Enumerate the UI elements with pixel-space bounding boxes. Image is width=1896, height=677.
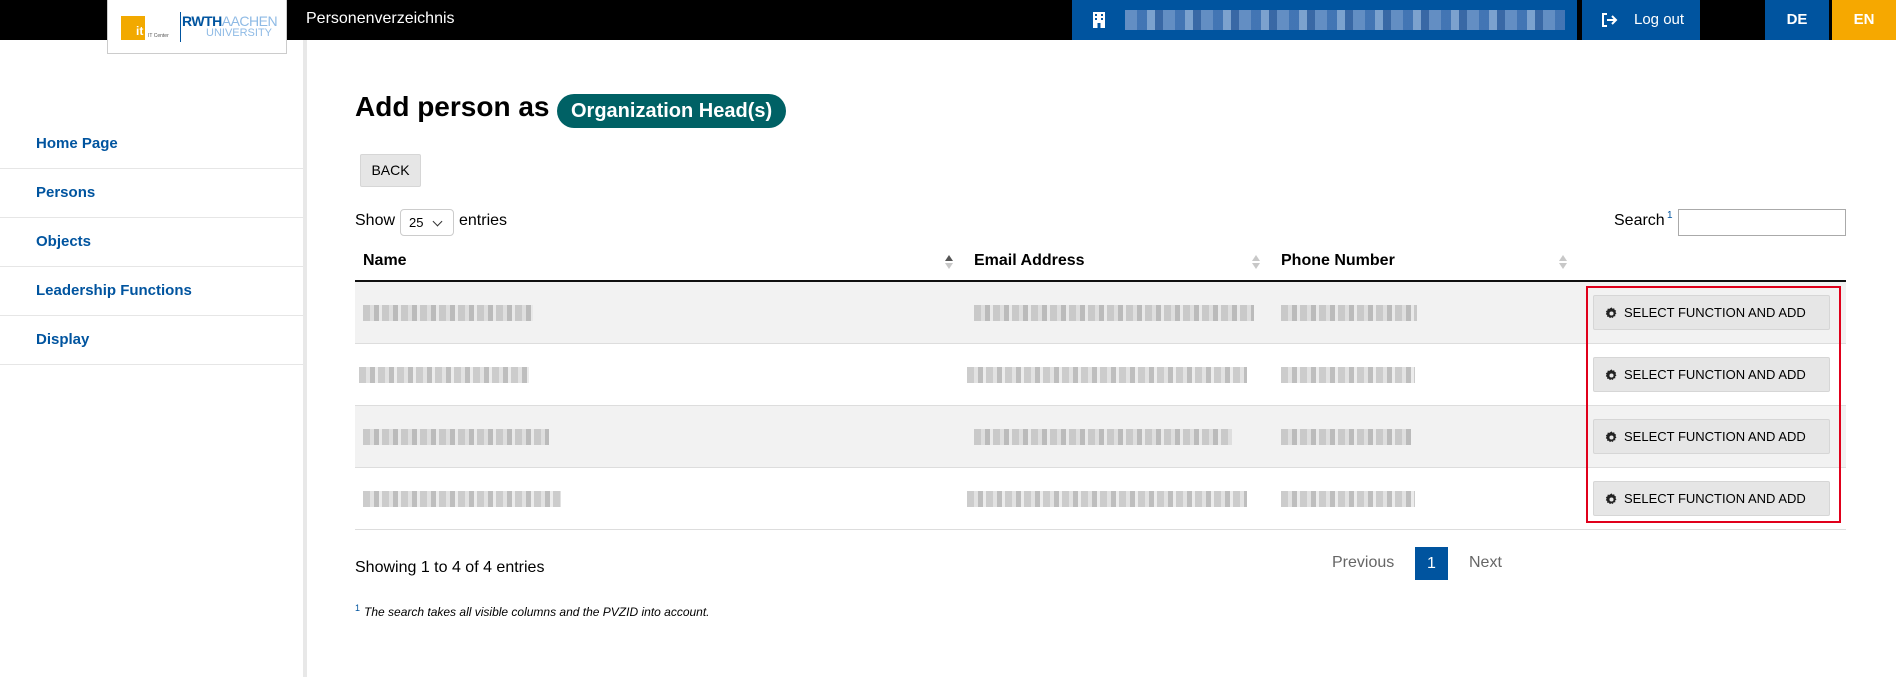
footnote-mark: 1	[355, 603, 361, 613]
university-logo-text: UNIVERSITY	[206, 27, 273, 39]
person-phone-redacted	[1281, 491, 1415, 507]
person-phone-redacted	[1281, 429, 1411, 445]
pagination-previous[interactable]: Previous	[1332, 554, 1394, 572]
column-header-phone[interactable]: Phone Number	[1281, 252, 1395, 270]
show-label: Show	[355, 212, 396, 229]
footnote-text: The search takes all visible columns and…	[364, 605, 710, 619]
person-name-redacted	[363, 429, 549, 445]
user-name-redacted	[1125, 10, 1565, 30]
search-footnote-mark[interactable]: 1	[1667, 210, 1673, 221]
sidebar-item-leadership-functions[interactable]: Leadership Functions	[0, 267, 303, 316]
logo-divider	[180, 12, 181, 42]
building-icon	[1093, 12, 1105, 28]
entries-label: entries	[459, 212, 508, 229]
logo[interactable]: it IT Center RWTHAACHEN UNIVERSITY	[107, 0, 287, 54]
column-header-name[interactable]: Name	[363, 252, 407, 270]
language-de-button[interactable]: DE	[1765, 0, 1829, 40]
sort-ascending-icon[interactable]	[945, 253, 953, 271]
back-button[interactable]: BACK	[360, 154, 421, 187]
person-name-redacted	[363, 305, 533, 321]
sidebar-item-display[interactable]: Display	[0, 316, 303, 365]
person-email-redacted	[974, 305, 1254, 321]
page-size-select[interactable]: 25	[400, 209, 454, 236]
role-badge: Organization Head(s)	[557, 94, 787, 128]
pagination-next[interactable]: Next	[1469, 554, 1502, 572]
person-email-redacted	[967, 491, 1247, 507]
pagination-page-1[interactable]: 1	[1415, 547, 1448, 580]
search-label: Search	[1614, 212, 1665, 229]
sidebar-nav: Home Page Persons Objects Leadership Fun…	[0, 120, 303, 365]
it-center-label: IT Center	[148, 33, 169, 39]
search-input[interactable]	[1678, 209, 1846, 236]
logout-label: Log out	[1634, 11, 1685, 28]
app-title: Personenverzeichnis	[306, 10, 455, 27]
sidebar-item-persons[interactable]: Persons	[0, 169, 303, 218]
person-phone-redacted	[1281, 305, 1417, 321]
logout-icon	[1602, 13, 1618, 27]
sort-icon[interactable]	[1252, 253, 1260, 271]
sort-icon[interactable]	[1559, 253, 1567, 271]
person-email-redacted	[974, 429, 1232, 445]
language-en-button[interactable]: EN	[1832, 0, 1896, 40]
sidebar-item-home-page[interactable]: Home Page	[0, 120, 303, 169]
person-name-redacted	[363, 491, 561, 507]
search-footnote: 1 The search takes all visible columns an…	[355, 603, 710, 619]
logout-button[interactable]: Log out	[1582, 0, 1700, 40]
it-center-logo-icon: it	[121, 16, 145, 40]
rwth-logo-text: RWTHAACHEN	[182, 13, 278, 29]
chevron-down-icon	[432, 216, 443, 227]
page-title: Add person as	[355, 91, 550, 122]
table-info: Showing 1 to 4 of 4 entries	[355, 559, 545, 576]
person-email-redacted	[967, 367, 1247, 383]
highlight-box	[1586, 286, 1841, 523]
sidebar-item-objects[interactable]: Objects	[0, 218, 303, 267]
person-phone-redacted	[1281, 367, 1415, 383]
column-header-email[interactable]: Email Address	[974, 252, 1085, 270]
page-size-value: 25	[409, 215, 424, 230]
table-header: Name Email Address Phone Number	[355, 243, 1846, 282]
person-name-redacted	[359, 367, 529, 383]
